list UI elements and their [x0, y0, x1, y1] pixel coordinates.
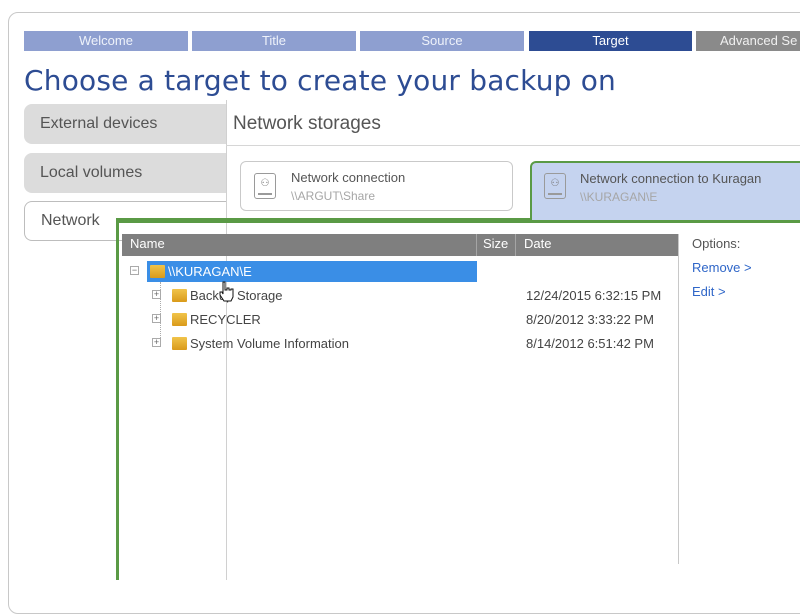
tree-item-label: Backup Storage	[190, 288, 283, 303]
connection-path: \\KURAGAN\E	[580, 190, 658, 204]
edit-link[interactable]: Edit >	[692, 284, 726, 299]
folder-icon	[172, 289, 187, 302]
tree-header: Name Size Date	[122, 234, 678, 256]
options-heading: Options:	[692, 236, 741, 251]
step-target[interactable]: Target	[529, 31, 692, 51]
step-welcome[interactable]: Welcome	[24, 31, 188, 51]
tree-item-label: System Volume Information	[190, 336, 349, 351]
tree-item-label: RECYCLER	[190, 312, 261, 327]
collapse-icon[interactable]: −	[130, 266, 139, 275]
folder-tree[interactable]	[122, 234, 679, 564]
folder-icon	[172, 337, 187, 350]
connection-card-kuragan[interactable]: ⚇ Network connection to Kuragan \\KURAGA…	[530, 161, 800, 221]
connection-card-argut[interactable]: ⚇ Network connection \\ARGUT\Share	[240, 161, 513, 211]
step-advanced-settings[interactable]: Advanced Se	[696, 31, 800, 51]
remove-link[interactable]: Remove >	[692, 260, 752, 275]
step-title[interactable]: Title	[192, 31, 356, 51]
tree-row-root[interactable]: − \\KURAGAN\E	[130, 261, 480, 283]
network-drive-icon: ⚇	[544, 173, 566, 199]
network-drive-icon: ⚇	[254, 173, 276, 199]
column-name[interactable]: Name	[130, 236, 165, 251]
column-separator	[476, 234, 477, 256]
expand-icon[interactable]: +	[152, 314, 161, 323]
connection-title: Network connection to Kuragan	[580, 171, 762, 186]
column-separator	[515, 234, 516, 256]
connection-path: \\ARGUT\Share	[291, 189, 376, 203]
column-date[interactable]: Date	[524, 236, 551, 251]
tree-row[interactable]: + System Volume Information 8/14/2012 6:…	[152, 333, 682, 355]
panel-header: Network storages	[233, 113, 381, 134]
step-source[interactable]: Source	[360, 31, 524, 51]
folder-icon	[150, 265, 165, 278]
hand-cursor-icon	[219, 281, 234, 302]
expand-icon[interactable]: +	[152, 290, 161, 299]
tree-item-label: \\KURAGAN\E	[168, 264, 252, 279]
column-size[interactable]: Size	[483, 236, 508, 251]
folder-icon	[172, 313, 187, 326]
connection-title: Network connection	[291, 170, 406, 185]
expand-icon[interactable]: +	[152, 338, 161, 347]
tree-item-date: 8/14/2012 6:51:42 PM	[526, 336, 654, 351]
panel-divider	[226, 145, 800, 146]
tree-item-date: 12/24/2015 6:32:15 PM	[526, 288, 662, 303]
page-title: Choose a target to create your backup on	[24, 64, 616, 97]
tree-item-date: 8/20/2012 3:33:22 PM	[526, 312, 654, 327]
tree-row[interactable]: + RECYCLER 8/20/2012 3:33:22 PM	[152, 309, 682, 331]
